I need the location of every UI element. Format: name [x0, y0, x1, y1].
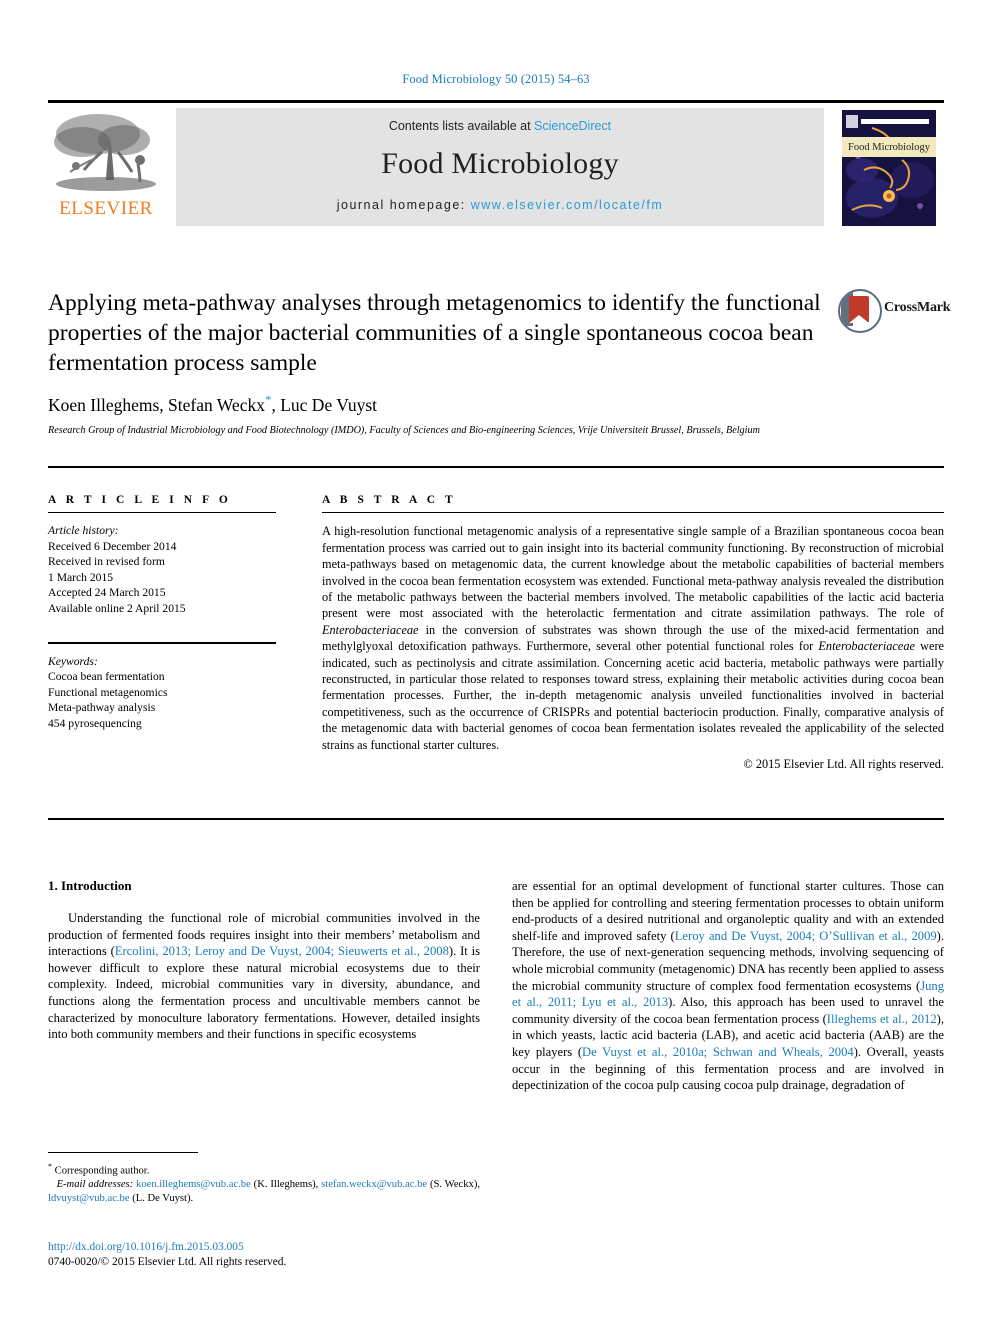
doi-link[interactable]: http://dx.doi.org/10.1016/j.fm.2015.03.0…: [48, 1240, 488, 1255]
abstract-italic-taxon: Enterobacteriaceae: [818, 639, 915, 654]
doi-block: http://dx.doi.org/10.1016/j.fm.2015.03.0…: [48, 1240, 488, 1270]
journal-title: Food Microbiology: [381, 147, 619, 180]
introduction-right-column: are essential for an optimal development…: [512, 878, 944, 1094]
keyword-item: 454 pyrosequencing: [48, 716, 142, 730]
intro-paragraph-right: are essential for an optimal development…: [512, 878, 944, 1094]
masthead-top-rule: [48, 100, 944, 103]
abstract-italic-taxon: Enterobacteriaceae: [322, 622, 419, 637]
author-list: Koen Illeghems, Stefan Weckx*, Luc De Vu…: [48, 392, 848, 416]
intro-left-text-b: ). It is however difficult to explore th…: [48, 944, 481, 1042]
affiliation: Research Group of Industrial Microbiolog…: [48, 425, 760, 436]
history-accepted: Accepted 24 March 2015: [48, 586, 166, 600]
crossmark-icon: [838, 289, 882, 333]
history-available-online: Available online 2 April 2015: [48, 601, 186, 615]
article-info-column: Article history: Received 6 December 201…: [48, 512, 276, 731]
article-first-page: Food Microbiology 50 (2015) 54–63 ELSEVI…: [0, 0, 992, 1323]
history-revised-date: 1 March 2015: [48, 570, 114, 584]
history-revised-label: Received in revised form: [48, 555, 165, 569]
abstract-body: A high-resolution functional metagenomic…: [322, 523, 944, 753]
contents-prefix: Contents lists available at: [388, 119, 535, 133]
journal-cover-thumbnail: Food Microbiology: [834, 106, 944, 228]
info-section-top-rule: [48, 466, 944, 468]
history-received: Received 6 December 2014: [48, 539, 177, 553]
elsevier-wordmark: ELSEVIER: [59, 198, 153, 219]
crossmark-label: CrossMark: [884, 300, 951, 315]
page-title: Applying meta-pathway analyses through m…: [48, 290, 821, 376]
email-link-weckx[interactable]: stefan.weckx@vub.ac.be: [321, 1179, 427, 1190]
cover-title-band: Food Microbiology: [842, 137, 936, 157]
footnote-block: * Corresponding author. E-mail addresses…: [48, 1152, 480, 1206]
cover-white-bar: [861, 119, 929, 124]
sciencedirect-link[interactable]: ScienceDirect: [534, 119, 611, 133]
keyword-item: Meta-pathway analysis: [48, 701, 156, 715]
citation-link[interactable]: Ercolini, 2013; Leroy and De Vuyst, 2004…: [115, 944, 449, 958]
keyword-item: Cocoa bean fermentation: [48, 670, 165, 684]
article-info-rule: [48, 512, 276, 514]
journal-band: Contents lists available at ScienceDirec…: [176, 108, 824, 226]
running-head: Food Microbiology 50 (2015) 54–63: [402, 72, 590, 86]
issn-copyright-line: 0740-0020/© 2015 Elsevier Ltd. All right…: [48, 1256, 287, 1268]
authors-primary: Koen Illeghems, Stefan Weckx: [48, 394, 265, 415]
corresponding-author-text: Corresponding author.: [52, 1165, 150, 1177]
article-info-heading: A R T I C L E I N F O: [48, 494, 232, 506]
keywords-rule: [48, 642, 276, 644]
citation-link[interactable]: Illeghems et al., 2012: [827, 1012, 937, 1026]
journal-masthead: ELSEVIER Contents lists available at Sci…: [48, 100, 944, 230]
crossmark-book-shape: [849, 296, 869, 323]
citation-link[interactable]: De Vuyst et al., 2010a; Schwan and Wheal…: [582, 1045, 854, 1059]
cover-title-text: Food Microbiology: [848, 141, 930, 153]
email-addresses-note: E-mail addresses: koen.illeghems@vub.ac.…: [48, 1178, 480, 1206]
email-owner-2: (S. Weckx),: [427, 1179, 480, 1191]
elsevier-tree-icon: [52, 108, 160, 196]
journal-homepage-line: journal homepage: www.elsevier.com/locat…: [337, 198, 664, 212]
keywords-label: Keywords:: [48, 654, 98, 668]
title-block: Applying meta-pathway analyses through m…: [48, 288, 838, 378]
abstract-part-3: were indicated, such as pectinolysis and…: [322, 639, 944, 752]
email-owner-1: (K. Illeghems),: [250, 1179, 322, 1191]
corresponding-author-note: * Corresponding author.: [48, 1160, 480, 1178]
homepage-url-link[interactable]: www.elsevier.com/locate/fm: [471, 198, 664, 212]
elsevier-logo: ELSEVIER: [48, 108, 164, 226]
abstract-heading: A B S T R A C T: [322, 494, 457, 506]
contents-available-line: Contents lists available at ScienceDirec…: [389, 119, 611, 133]
info-section-bottom-rule: [48, 818, 944, 820]
authors-secondary: , Luc De Vuyst: [271, 394, 378, 415]
article-history-label: Article history:: [48, 524, 119, 538]
homepage-prefix: journal homepage:: [336, 198, 471, 212]
abstract-part-1: A high-resolution functional metagenomic…: [322, 524, 944, 621]
crossmark-badge[interactable]: CrossMark: [838, 287, 951, 333]
abstract-copyright: © 2015 Elsevier Ltd. All rights reserved…: [743, 757, 944, 772]
cover-image: Food Microbiology: [842, 110, 936, 226]
citation-link[interactable]: Leroy and De Vuyst, 2004; O’Sullivan et …: [675, 929, 937, 943]
abstract-rule: [322, 512, 944, 514]
email-link-illeghems[interactable]: koen.illeghems@vub.ac.be: [136, 1179, 251, 1190]
email-owner-3: (L. De Vuyst).: [129, 1193, 194, 1205]
cover-publisher-mark: [846, 115, 858, 128]
keyword-item: Functional metagenomics: [48, 685, 168, 699]
abstract-column: A high-resolution functional metagenomic…: [322, 512, 944, 772]
intro-paragraph-left: Understanding the functional role of mic…: [48, 910, 480, 1043]
email-addresses-label: E-mail addresses:: [56, 1179, 134, 1191]
section-heading-introduction: 1. Introduction: [48, 878, 132, 893]
introduction-left-column: 1. Introduction Understanding the functi…: [48, 878, 480, 1043]
footnote-rule: [48, 1152, 198, 1153]
email-link-devuyst[interactable]: ldvuyst@vub.ac.be: [48, 1193, 130, 1204]
